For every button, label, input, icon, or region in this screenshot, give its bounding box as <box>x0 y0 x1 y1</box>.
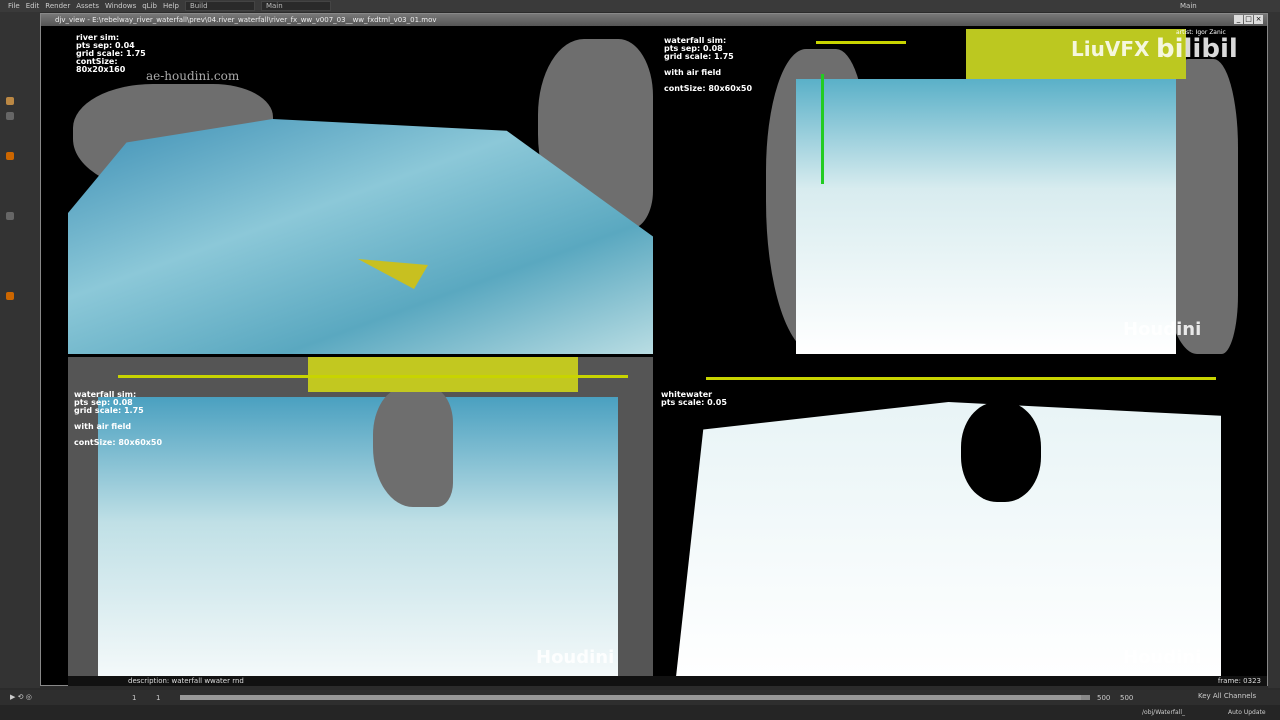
sim-info: waterfall sim: pts sep: 0.08 grid scale:… <box>74 390 163 447</box>
tool-icon[interactable] <box>6 112 14 120</box>
rock <box>373 387 453 507</box>
menu-assets[interactable]: Assets <box>76 2 99 10</box>
shelf-tools <box>0 12 40 688</box>
menu-edit[interactable]: Edit <box>26 2 40 10</box>
object-path[interactable]: /obj/Waterfall_ <box>1142 709 1185 716</box>
close-button[interactable]: × <box>1254 15 1263 24</box>
artist-credit: artist: Igor Zanic <box>1176 29 1226 36</box>
houdini-logo: Houdini <box>536 647 615 668</box>
menu-help[interactable]: Help <box>163 2 179 10</box>
bilibili-logo: bilibili <box>1156 34 1238 64</box>
menu-bar: File Edit Render Assets Windows qLib Hel… <box>0 0 1280 12</box>
sim-info: whitewater pts scale: 0.05 <box>661 390 727 407</box>
timeline-range <box>180 695 1081 700</box>
axis-handle <box>821 74 824 184</box>
maximize-button[interactable]: □ <box>1244 15 1253 24</box>
menu-windows[interactable]: Windows <box>105 2 136 10</box>
start-frame[interactable]: 1 <box>132 694 136 702</box>
djv-view-window: djv_view - E:\rebelway_river_waterfall\p… <box>40 13 1268 686</box>
window-title: djv_view - E:\rebelway_river_waterfall\p… <box>41 14 1267 26</box>
timeline-slider[interactable] <box>180 695 1090 700</box>
whitewater-particles <box>676 402 1221 677</box>
window-controls: _ □ × <box>1234 15 1263 24</box>
desktop-select[interactable]: Build <box>184 1 255 11</box>
houdini-logo: Houdini <box>1123 647 1202 668</box>
menu-render[interactable]: Render <box>45 2 70 10</box>
waterfall-water <box>98 397 618 677</box>
end-frame[interactable]: 500 <box>1097 694 1110 702</box>
viewport-whitewater: whitewater pts scale: 0.05 Houdini <box>656 357 1238 677</box>
tool-icon[interactable] <box>6 212 14 220</box>
tool-icon[interactable] <box>6 152 14 160</box>
minimize-button[interactable]: _ <box>1234 15 1243 24</box>
menu-qlib[interactable]: qLib <box>142 2 157 10</box>
viewport-waterfall-sim-alt: waterfall sim: pts sep: 0.08 grid scale:… <box>68 357 653 677</box>
rock-shadow <box>961 402 1041 502</box>
main-select[interactable]: Main <box>260 1 331 11</box>
waterfall-water <box>796 79 1176 354</box>
tool-icon[interactable] <box>6 292 14 300</box>
sim-info: river sim: pts sep: 0.04 grid scale: 1.7… <box>76 33 146 74</box>
playback-controls[interactable]: ▶ ⟲ ◎ <box>10 693 32 701</box>
current-frame[interactable]: 1 <box>156 694 160 702</box>
viewport-waterfall-sim: waterfall sim: pts sep: 0.08 grid scale:… <box>656 29 1238 354</box>
status-bar: description: waterfall wwater rnd frame:… <box>68 676 1267 686</box>
description-text: description: waterfall wwater rnd <box>128 677 244 685</box>
timeline: ▶ ⟲ ◎ 1 1 500 500 Key All Channels <box>0 690 1280 705</box>
right-main-label: Main <box>1180 2 1197 10</box>
key-channels-select[interactable]: Key All Channels <box>1198 692 1256 700</box>
houdini-logo: Houdini <box>1123 319 1202 340</box>
right-toolbar <box>1268 12 1280 688</box>
watermark: ae-houdini.com <box>146 69 240 83</box>
frame-readout: frame: 0323 <box>1217 677 1261 685</box>
ruler <box>816 41 906 44</box>
sim-info: waterfall sim: pts sep: 0.08 grid scale:… <box>664 36 753 93</box>
ruler <box>706 377 1216 380</box>
viewport-river-sim: river sim: pts sep: 0.04 grid scale: 1.7… <box>68 29 653 354</box>
menu-file[interactable]: File <box>8 2 20 10</box>
global-end-frame[interactable]: 500 <box>1120 694 1133 702</box>
ruler <box>118 375 628 378</box>
update-mode[interactable]: Auto Update <box>1228 709 1266 716</box>
watermark: LiuVFX <box>1071 37 1150 61</box>
tool-icon[interactable] <box>6 97 14 105</box>
bottom-bar: /obj/Waterfall_ Auto Update <box>0 705 1280 720</box>
